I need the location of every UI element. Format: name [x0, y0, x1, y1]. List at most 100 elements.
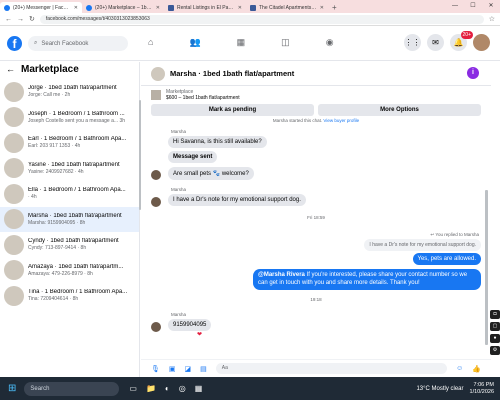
mark-pending-button[interactable]: Mark as pending [151, 104, 314, 116]
message-bubble[interactable]: Message sent [168, 151, 218, 163]
friends-icon[interactable]: 👥 [189, 37, 200, 48]
message-bubble[interactable]: 9159904095 [168, 319, 212, 331]
gif-icon[interactable]: ▤ [200, 365, 207, 373]
conversation-item[interactable]: Tina · 1 Bedroom / 1 Bathroom Apa... Tina… [0, 283, 139, 309]
conversation-name: Joseph · 1 Bedroom / 1 Bathroom ... [28, 110, 125, 117]
tab-label: The Citadel Apartments - 9451 [259, 4, 317, 11]
chat-pane: Marsha · 1bed 1bath flat/apartment i Mar… [141, 62, 491, 377]
star-icon[interactable]: ☆ [489, 15, 495, 23]
listing-title: $600 – 1bed 1bath flat/apartment [166, 95, 240, 101]
view-buyer-profile-link[interactable]: View buyer profile [323, 118, 359, 123]
settings-icon[interactable]: ⚙ [490, 346, 500, 355]
conversation-item[interactable]: Amazaya · 1bed 1bath flat/apartm... Amaza… [0, 258, 139, 284]
tab-marketplace[interactable]: (20+) Marketplace – 1bed 1bat ✕ [82, 2, 164, 13]
maximize-icon[interactable]: ☐ [464, 0, 482, 13]
heart-reaction-icon[interactable]: ❤ [197, 331, 202, 338]
record-icon[interactable]: ● [490, 334, 500, 343]
groups-icon[interactable]: ◫ [281, 37, 290, 48]
conversation-name: Jorge · 1bed 1bath flat/apartment [28, 85, 117, 92]
chat-scrollbar[interactable] [485, 190, 488, 345]
store-icon[interactable]: ▦ [195, 384, 203, 393]
conversation-item[interactable]: Earl · 1 Bedroom / 1 Bathroom Apa... Earl… [0, 130, 139, 156]
conversation-item[interactable]: Joseph · 1 Bedroom / 1 Bathroom ... Josep… [0, 105, 139, 131]
message-bubble-own[interactable]: Yes, pets are allowed. [412, 253, 481, 265]
conversation-name: Earl · 1 Bedroom / 1 Bathroom Apa... [28, 136, 127, 143]
reload-icon[interactable]: ↻ [29, 15, 35, 23]
like-icon[interactable]: 👍 [472, 365, 481, 373]
conversation-preview: Earl: 203 917 1353 · 4h [28, 143, 81, 150]
tab-label: (20+) Messenger | Facebook [13, 4, 71, 11]
conversation-item-selected[interactable]: Marsha · 1bed 1bath flat/apartment Marsha… [0, 206, 139, 232]
close-window-icon[interactable]: ✕ [482, 0, 500, 13]
forward-icon[interactable]: → [17, 16, 24, 23]
back-icon[interactable]: ← [5, 16, 12, 23]
messenger-icon[interactable]: ✉ [427, 34, 444, 51]
listing-thumbnail [4, 81, 24, 102]
screenshot-icon[interactable]: ▢ [490, 322, 500, 331]
taskbar-clock[interactable]: 7:06 PM 1/10/2026 [464, 382, 500, 396]
taskbar-search[interactable]: Search [24, 381, 120, 396]
sticker-icon[interactable]: ◪ [185, 365, 192, 373]
close-tab-icon[interactable]: ✕ [238, 5, 242, 11]
message-bubble-own[interactable]: @Marsha Rivera If you're interested, ple… [253, 269, 481, 290]
quoted-reply[interactable]: I have a Dr's note for my emotional supp… [364, 239, 481, 251]
main-nav: ⌂ 👥 ▦ ◫ ◉ [148, 37, 334, 48]
photo-icon[interactable]: ▣ [169, 365, 176, 373]
windows-start-icon[interactable]: ⊞ [0, 383, 24, 394]
close-tab-icon[interactable]: ✕ [320, 5, 324, 11]
edge-icon[interactable]: ◐ [165, 384, 170, 393]
new-tab-icon[interactable]: + [328, 2, 341, 13]
camera-icon[interactable]: ◘ [490, 310, 500, 319]
folder-icon[interactable]: 📁 [146, 384, 156, 393]
message-bubble[interactable]: Hi Savanna, is this still available? [168, 136, 267, 148]
listing-thumbnail [4, 158, 24, 179]
conversation-item[interactable]: Ella · 1 Bedroom / 1 Bathroom Apa... · 4h [0, 181, 139, 207]
weather-widget[interactable]: 13°C Mostly clear [416, 386, 463, 392]
listing-thumbnail [4, 234, 24, 255]
listing-summary[interactable]: Marketplace $600 – 1bed 1bath flat/apart… [141, 86, 491, 104]
gaming-icon[interactable]: ◉ [326, 37, 334, 48]
taskbar-apps: ▭ 📁 ◐ ◎ ▦ [129, 384, 202, 393]
listing-actions: Mark as pending More Options [141, 104, 491, 116]
emoji-icon[interactable]: ☺ [456, 365, 463, 372]
sidebar-title: Marketplace [21, 63, 79, 75]
conversation-item[interactable]: Jorge · 1bed 1bath flat/apartment Jorge: … [0, 79, 139, 105]
message-bubble[interactable]: Are small pets 🐾 welcome? [168, 167, 254, 180]
chrome-icon[interactable]: ◎ [179, 384, 186, 393]
chat-avatar[interactable] [151, 66, 165, 81]
info-icon[interactable]: i [467, 67, 479, 79]
close-tab-icon[interactable]: ✕ [74, 5, 78, 11]
listing-thumbnail [4, 132, 24, 153]
mention[interactable]: @Marsha Rivera [258, 272, 305, 278]
home-icon[interactable]: ⌂ [148, 37, 153, 48]
facebook-logo[interactable]: f [7, 36, 22, 51]
tab-rental-listings[interactable]: Rental Listings in El Paso TX - 9 ✕ [164, 2, 246, 13]
sender-name: Marsha [171, 312, 187, 317]
header-right: ⋮⋮ ✉ 🔔 20+ [404, 31, 490, 51]
profile-avatar[interactable] [473, 34, 490, 51]
tab-messenger[interactable]: (20+) Messenger | Facebook ✕ [0, 2, 82, 13]
message-thread: Marsha started this chat. View buyer pro… [141, 116, 491, 346]
listing-thumbnail [4, 285, 24, 306]
marketplace-icon[interactable]: ▦ [237, 37, 246, 48]
back-arrow-icon[interactable]: ← [6, 64, 15, 74]
weather-text: 13°C Mostly clear [416, 385, 464, 392]
search-input[interactable]: Search Facebook [41, 41, 88, 47]
message-input[interactable]: Aa [215, 363, 448, 374]
menu-grid-icon[interactable]: ⋮⋮ [404, 34, 421, 51]
task-view-icon[interactable]: ▭ [129, 384, 137, 393]
chat-title[interactable]: Marsha · 1bed 1bath flat/apartment [170, 69, 294, 78]
conversation-item[interactable]: Cyndy · 1bed 1bath flat/apartment Cyndy: … [0, 232, 139, 258]
close-tab-icon[interactable]: ✕ [156, 5, 160, 11]
address-bar[interactable]: facebook.com/messages/t/4030313023853063 [39, 14, 484, 24]
message-bubble[interactable]: I have a Dr's note for my emotional supp… [168, 194, 306, 206]
tab-citadel[interactable]: The Citadel Apartments - 9451 ✕ [246, 2, 328, 13]
chat-header: Marsha · 1bed 1bath flat/apartment i [141, 62, 491, 86]
search-box[interactable]: ⌕ Search Facebook [28, 36, 128, 51]
conversation-item[interactable]: Yasine · 1bed 1bath flat/apartment Yasine… [0, 156, 139, 182]
more-options-button[interactable]: More Options [318, 104, 481, 116]
sidebar-header: ← Marketplace [0, 62, 139, 76]
microphone-icon[interactable]: 🎙 [151, 365, 160, 373]
minimize-icon[interactable]: — [446, 0, 464, 13]
notifications-icon[interactable]: 🔔 20+ [450, 31, 473, 51]
